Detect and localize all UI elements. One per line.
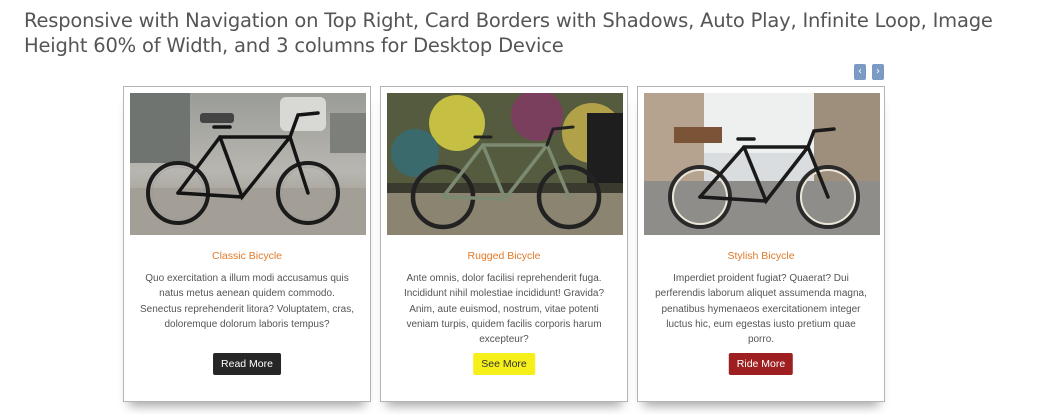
- card-title: Stylish Bicycle: [727, 250, 795, 262]
- card-stylish-bicycle: Stylish Bicycle Imperdiet proident fugia…: [637, 86, 885, 402]
- ride-more-button[interactable]: Ride More: [728, 353, 794, 375]
- see-more-button[interactable]: See More: [473, 353, 535, 375]
- bicycle-image: [387, 93, 623, 235]
- read-more-button[interactable]: Read More: [213, 353, 281, 375]
- card-title: Classic Bicycle: [211, 250, 282, 262]
- card-rugged-bicycle: Rugged Bicycle Ante omnis, dolor facilis…: [380, 86, 628, 402]
- carousel-navigation: ‹ ›: [854, 64, 884, 80]
- chevron-right-icon[interactable]: ›: [872, 64, 884, 80]
- card-classic-bicycle: Classic Bicycle Quo exercitation a illum…: [123, 86, 371, 402]
- bicycle-image: [130, 93, 366, 235]
- card-title: Rugged Bicycle: [467, 250, 541, 262]
- bicycle-image: [644, 93, 880, 235]
- page-heading: Responsive with Navigation on Top Right,…: [24, 9, 993, 57]
- card-description: Imperdiet proident fugiat? Quaerat? Dui …: [655, 273, 867, 346]
- card-description: Ante omnis, dolor facilisi reprehenderit…: [403, 273, 605, 346]
- card-description: Quo exercitation a illum modi accusamus …: [140, 273, 355, 330]
- chevron-left-icon[interactable]: ‹: [854, 64, 866, 80]
